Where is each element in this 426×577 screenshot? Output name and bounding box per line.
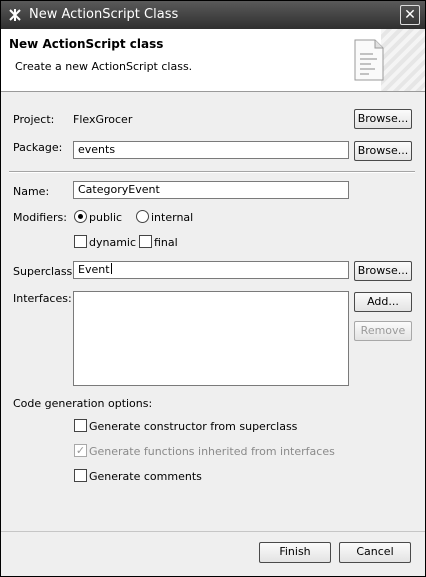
generate-functions-checkbox[interactable]: ✓ <box>74 444 87 457</box>
modifiers-label: Modifiers: <box>13 211 67 224</box>
generate-comments-checkbox[interactable] <box>74 469 87 482</box>
remove-interface-button[interactable]: Remove <box>354 321 412 341</box>
add-interface-button[interactable]: Add... <box>354 292 412 312</box>
project-browse-button[interactable]: Browse... <box>354 109 412 129</box>
wizard-banner: New ActionScript class Create a new Acti… <box>1 29 425 92</box>
public-radio-label[interactable]: public <box>89 211 122 224</box>
dynamic-checkbox-label[interactable]: dynamic <box>89 236 136 249</box>
radio-selected-dot <box>78 214 83 219</box>
close-button[interactable]: ✕ <box>400 5 420 25</box>
cancel-button[interactable]: Cancel <box>339 542 411 563</box>
finish-button[interactable]: Finish <box>259 542 331 563</box>
separator <box>9 171 415 173</box>
interfaces-list[interactable] <box>73 291 349 386</box>
close-icon[interactable]: ✕ <box>404 7 416 23</box>
generate-constructor-checkbox[interactable] <box>74 419 87 432</box>
internal-radio-label[interactable]: internal <box>151 211 193 224</box>
new-class-wizard-icon <box>354 39 384 81</box>
dialog-window: New ActionScript Class ✕ New ActionScrip… <box>0 0 426 577</box>
generate-constructor-label[interactable]: Generate constructor from superclass <box>89 420 297 433</box>
name-field[interactable]: CategoryEvent <box>73 181 349 199</box>
banner-heading: New ActionScript class <box>9 37 164 51</box>
text-caret <box>110 263 112 274</box>
superclass-value: Event <box>78 263 110 276</box>
banner-decoration <box>381 29 425 91</box>
banner-description: Create a new ActionScript class. <box>15 60 193 73</box>
generate-comments-label[interactable]: Generate comments <box>89 470 202 483</box>
superclass-field[interactable]: Event <box>73 261 349 279</box>
final-checkbox[interactable] <box>139 235 152 248</box>
public-radio[interactable] <box>74 210 87 223</box>
project-label: Project: <box>13 113 55 126</box>
final-checkbox-label[interactable]: final <box>154 236 178 249</box>
codegen-label: Code generation options: <box>13 397 153 410</box>
internal-radio[interactable] <box>136 210 149 223</box>
title-bar[interactable]: New ActionScript Class ✕ <box>1 1 425 29</box>
dynamic-checkbox[interactable] <box>74 235 87 248</box>
interfaces-label: Interfaces: <box>13 292 72 305</box>
superclass-browse-button[interactable]: Browse... <box>354 261 412 281</box>
flex-builder-icon <box>9 9 21 21</box>
superclass-label: Superclass: <box>13 265 76 278</box>
project-value: FlexGrocer <box>73 113 133 126</box>
package-field[interactable]: events <box>73 141 349 159</box>
checkmark-icon: ✓ <box>75 444 86 457</box>
name-label: Name: <box>13 185 50 198</box>
package-label: Package: <box>13 141 63 154</box>
generate-functions-label: Generate functions inherited from interf… <box>89 445 335 458</box>
window-title: New ActionScript Class <box>29 7 179 22</box>
package-browse-button[interactable]: Browse... <box>354 141 412 161</box>
footer-separator <box>1 531 425 532</box>
